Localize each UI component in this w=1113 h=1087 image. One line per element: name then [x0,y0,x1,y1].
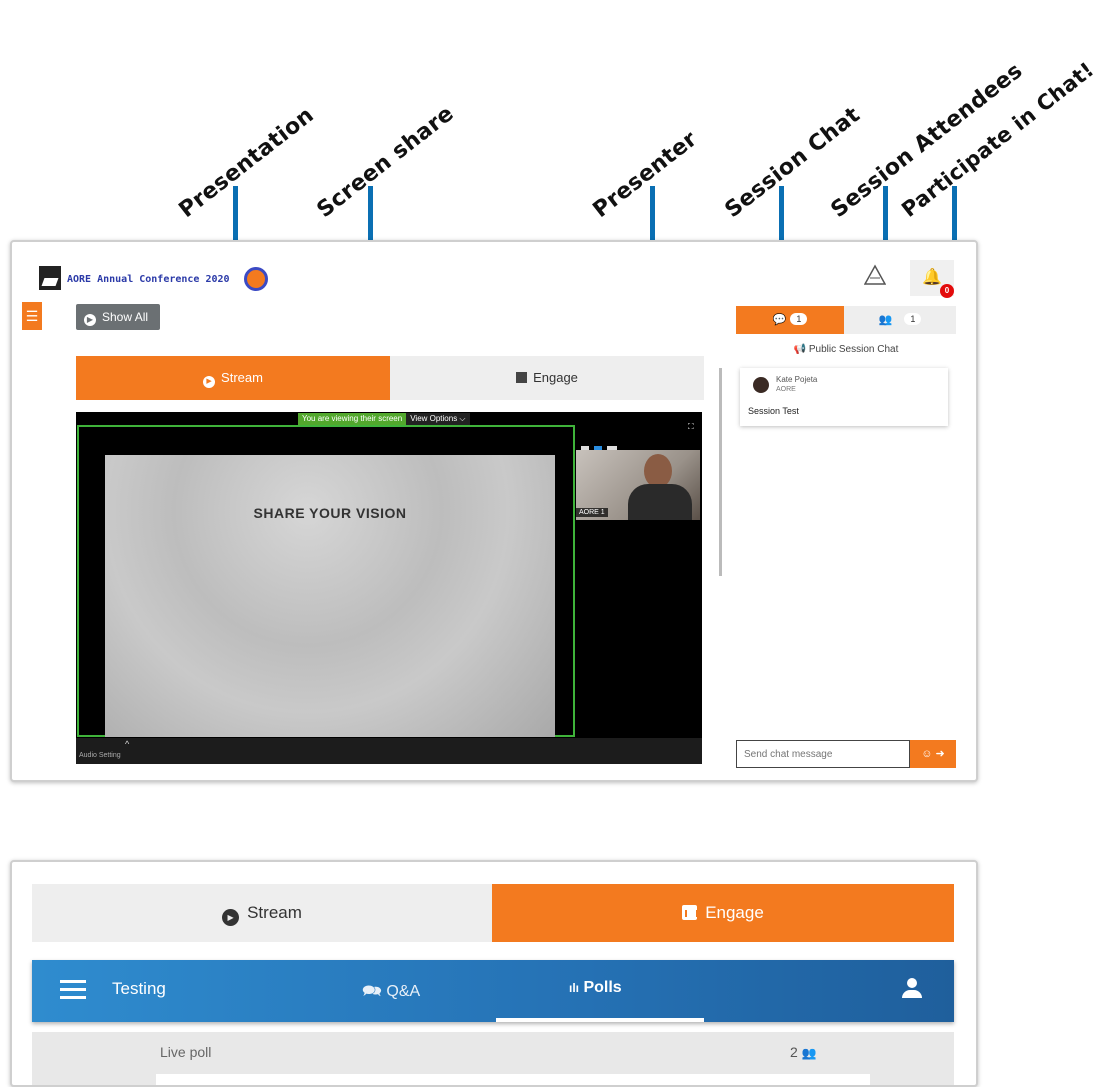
engage-app-bar: Testing 🗪 Q&A ılı Polls [32,960,954,1022]
chat-count: 1 [790,313,808,325]
tab-stream-large[interactable]: ▶ Stream [32,884,492,942]
send-icon[interactable]: ➜ [936,748,945,760]
tab-qa-label: Q&A [386,983,421,1000]
show-all-label: Show All [102,310,149,324]
poll-card[interactable] [156,1074,870,1085]
viewing-notice-bar: You are viewing their screen View Options… [298,413,470,425]
attendee-count: 1 [904,313,922,325]
chevron-up-icon[interactable]: ^ [125,739,129,749]
public-chat-label: 📢 Public Session Chat [736,344,956,355]
screen-share-frame: SHARE YOUR VISION [77,425,575,737]
tab-session-attendees[interactable]: 👥 1 [844,306,956,334]
live-poll-row[interactable]: Live poll 2 👥 [32,1032,954,1085]
live-poll-label: Live poll [160,1044,212,1060]
callout-presenter: Presenter [588,126,703,223]
engage-view-screenshot: ▶ Stream Engage Testing 🗪 Q&A ılı Polls L… [10,860,978,1087]
live-poll-count-value: 2 [790,1044,798,1060]
tab-engage-large-label: Engage [705,903,764,922]
tab-polls[interactable]: ılı Polls [569,979,622,997]
menu-icon[interactable]: ☰ [22,302,42,330]
tab-stream-large-label: Stream [247,903,302,922]
chat-icon: 🗪 [362,983,382,1000]
play-icon: ▶ [222,909,240,926]
chat-message-org: AORE [776,386,796,393]
tab-stream-label: Stream [221,370,263,385]
live-poll-count: 2 👥 [790,1044,817,1060]
users-icon: 👥 [878,314,893,326]
presentation-slide: SHARE YOUR VISION [105,455,555,737]
public-chat-text: Public Session Chat [808,344,899,355]
tab-engage[interactable]: Engage [390,356,704,400]
tab-engage-label: Engage [533,370,578,385]
chat-bubble-icon: 💬 [772,314,787,326]
callout-screen-share: Screen share [312,101,459,223]
video-player[interactable]: You are viewing their screen View Options… [76,412,702,764]
presenter-body [628,484,692,520]
people-icon: 👥 [801,1046,817,1060]
audio-setting-bar[interactable]: Audio Setting ^ [76,738,702,764]
arrow-right-icon: ▶ [84,314,96,326]
play-icon: ▶ [203,376,216,388]
chart-icon [682,905,699,920]
chat-message: Kate Pojeta AORE Session Test [740,368,948,426]
conference-logo [39,266,61,290]
tab-qa[interactable]: 🗪 Q&A [362,980,420,1007]
stream-view-screenshot: AORE Annual Conference 2020 ☰ ▶ Show All … [10,240,978,782]
tab-polls-label: Polls [583,979,622,996]
audio-setting-label: Audio Setting [79,752,121,759]
tab-stream[interactable]: ▶ Stream [76,356,390,400]
megaphone-icon: 📢 [793,344,807,355]
active-tab-indicator [496,1018,704,1022]
user-icon[interactable] [902,978,922,1000]
avatar [753,377,769,393]
fullscreen-icon[interactable]: ⛶ [688,422,694,432]
org-logo-icon[interactable] [863,264,887,286]
engage-app-title: Testing [112,979,166,998]
emoji-icon[interactable]: ☺ [921,748,932,760]
show-all-button[interactable]: ▶ Show All [76,304,160,330]
conference-badge-icon [244,267,268,291]
chat-message-author: Kate Pojeta [776,375,818,384]
tab-engage-large[interactable]: Engage [492,884,954,942]
slide-title: SHARE YOUR VISION [253,505,407,521]
conference-title: AORE Annual Conference 2020 [67,274,230,285]
hamburger-menu-icon[interactable] [60,980,86,1000]
view-options-button[interactable]: View Options ⌵ [406,413,470,425]
presenter-label: AORE 1 [576,508,608,517]
chat-scrollbar[interactable] [719,368,722,576]
tab-session-chat[interactable]: 💬 1 [736,306,844,334]
notification-badge: 0 [940,284,954,298]
chat-message-input[interactable] [736,740,910,768]
presenter-head [644,454,672,488]
callout-presentation: Presentation [174,102,319,223]
chat-actions[interactable]: ☺ ➜ [910,740,956,768]
chat-message-text: Session Test [748,406,799,416]
viewing-notice: You are viewing their screen [298,413,407,425]
chart-icon [516,372,528,383]
bar-chart-icon: ılı [569,981,580,995]
